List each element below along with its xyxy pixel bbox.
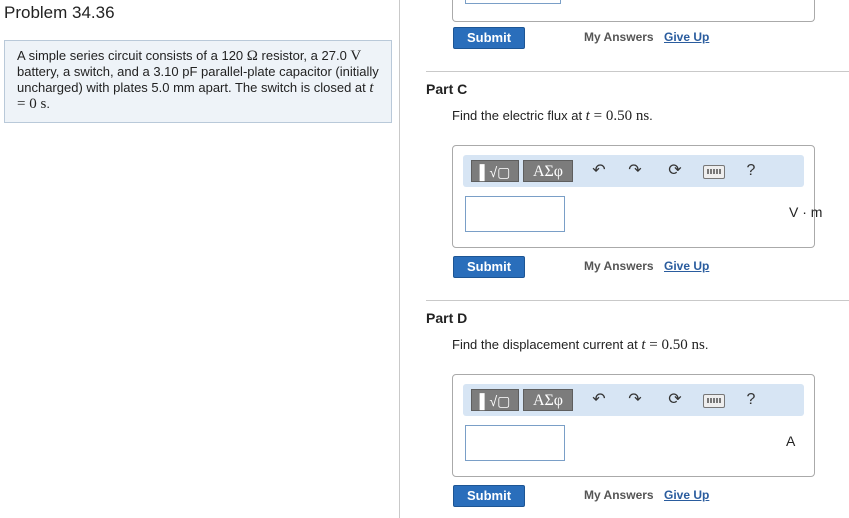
my-answers-link[interactable]: My Answers [584, 30, 654, 44]
problem-text: resistor, a 27.0 [257, 48, 351, 63]
problem-text: battery, a switch, and a 3.10 pF paralle… [17, 64, 379, 95]
time-value: 0.50 ns [661, 337, 705, 353]
question-text: . [649, 108, 653, 123]
help-button[interactable]: ? [741, 390, 761, 410]
ohm-symbol: Ω [246, 48, 258, 64]
math-toolbar: ▌√▢ ΑΣφ ↶ ↷ ⟳ ? [463, 384, 804, 416]
part-d-question: Find the displacement current at t = 0.5… [452, 337, 708, 354]
previous-answer-box [452, 0, 815, 22]
problem-text: . [46, 96, 50, 111]
submit-button[interactable]: Submit [453, 485, 525, 507]
time-value: 0.50 ns [605, 108, 650, 124]
give-up-link[interactable]: Give Up [664, 259, 709, 273]
previous-answer-input[interactable] [465, 0, 561, 4]
submit-button[interactable]: Submit [453, 27, 525, 49]
part-c-question: Find the electric flux at t = 0.50 ns. [452, 108, 653, 125]
symbols-button[interactable]: ΑΣφ [523, 389, 573, 411]
reset-icon[interactable]: ⟳ [665, 161, 685, 181]
problem-panel: Problem 34.36 A simple series circuit co… [0, 0, 400, 518]
give-up-link[interactable]: Give Up [664, 488, 709, 502]
equals-sign: = [589, 108, 606, 124]
keyboard-icon[interactable] [703, 165, 725, 179]
part-c-title: Part C [426, 81, 468, 97]
problem-text: A simple series circuit consists of a 12… [17, 48, 247, 63]
time-variable: t [369, 80, 374, 96]
part-c-answer-box: ▌√▢ ΑΣφ ↶ ↷ ⟳ ? V · m [452, 145, 822, 248]
math-toolbar: ▌√▢ ΑΣφ ↶ ↷ ⟳ ? [463, 155, 804, 187]
undo-icon[interactable]: ↶ [589, 390, 609, 410]
part-d-title: Part D [426, 310, 468, 326]
templates-button[interactable]: ▌√▢ [471, 389, 519, 411]
answer-input[interactable] [465, 425, 565, 461]
question-text: Find the displacement current at [452, 337, 642, 352]
part-d-answer-box: ▌√▢ ΑΣφ ↶ ↷ ⟳ ? A [452, 374, 815, 477]
reset-icon[interactable]: ⟳ [665, 390, 685, 410]
help-button[interactable]: ? [741, 161, 761, 181]
question-text: . [704, 337, 709, 352]
unit-label: V · m [789, 204, 823, 220]
equals-sign: = [17, 96, 30, 112]
parts-panel: Submit My Answers Give Up Part C Find th… [400, 0, 849, 518]
problem-title: Problem 34.36 [4, 3, 115, 22]
my-answers-link[interactable]: My Answers [584, 259, 654, 273]
answer-input[interactable] [465, 196, 565, 232]
question-text: Find the electric flux at [452, 108, 586, 123]
volt-symbol: V [350, 48, 362, 64]
redo-icon[interactable]: ↷ [625, 161, 645, 181]
divider [426, 71, 849, 72]
my-answers-link[interactable]: My Answers [584, 488, 654, 502]
templates-button[interactable]: ▌√▢ [471, 160, 519, 182]
redo-icon[interactable]: ↷ [625, 390, 645, 410]
give-up-link[interactable]: Give Up [664, 30, 709, 44]
time-value: 0 s [29, 96, 47, 112]
problem-statement: A simple series circuit consists of a 12… [4, 40, 392, 123]
submit-button[interactable]: Submit [453, 256, 525, 278]
unit-label: A [786, 433, 796, 449]
divider [426, 300, 849, 301]
symbols-button[interactable]: ΑΣφ [523, 160, 573, 182]
keyboard-icon[interactable] [703, 394, 725, 408]
equals-sign: = [645, 337, 662, 353]
undo-icon[interactable]: ↶ [589, 161, 609, 181]
